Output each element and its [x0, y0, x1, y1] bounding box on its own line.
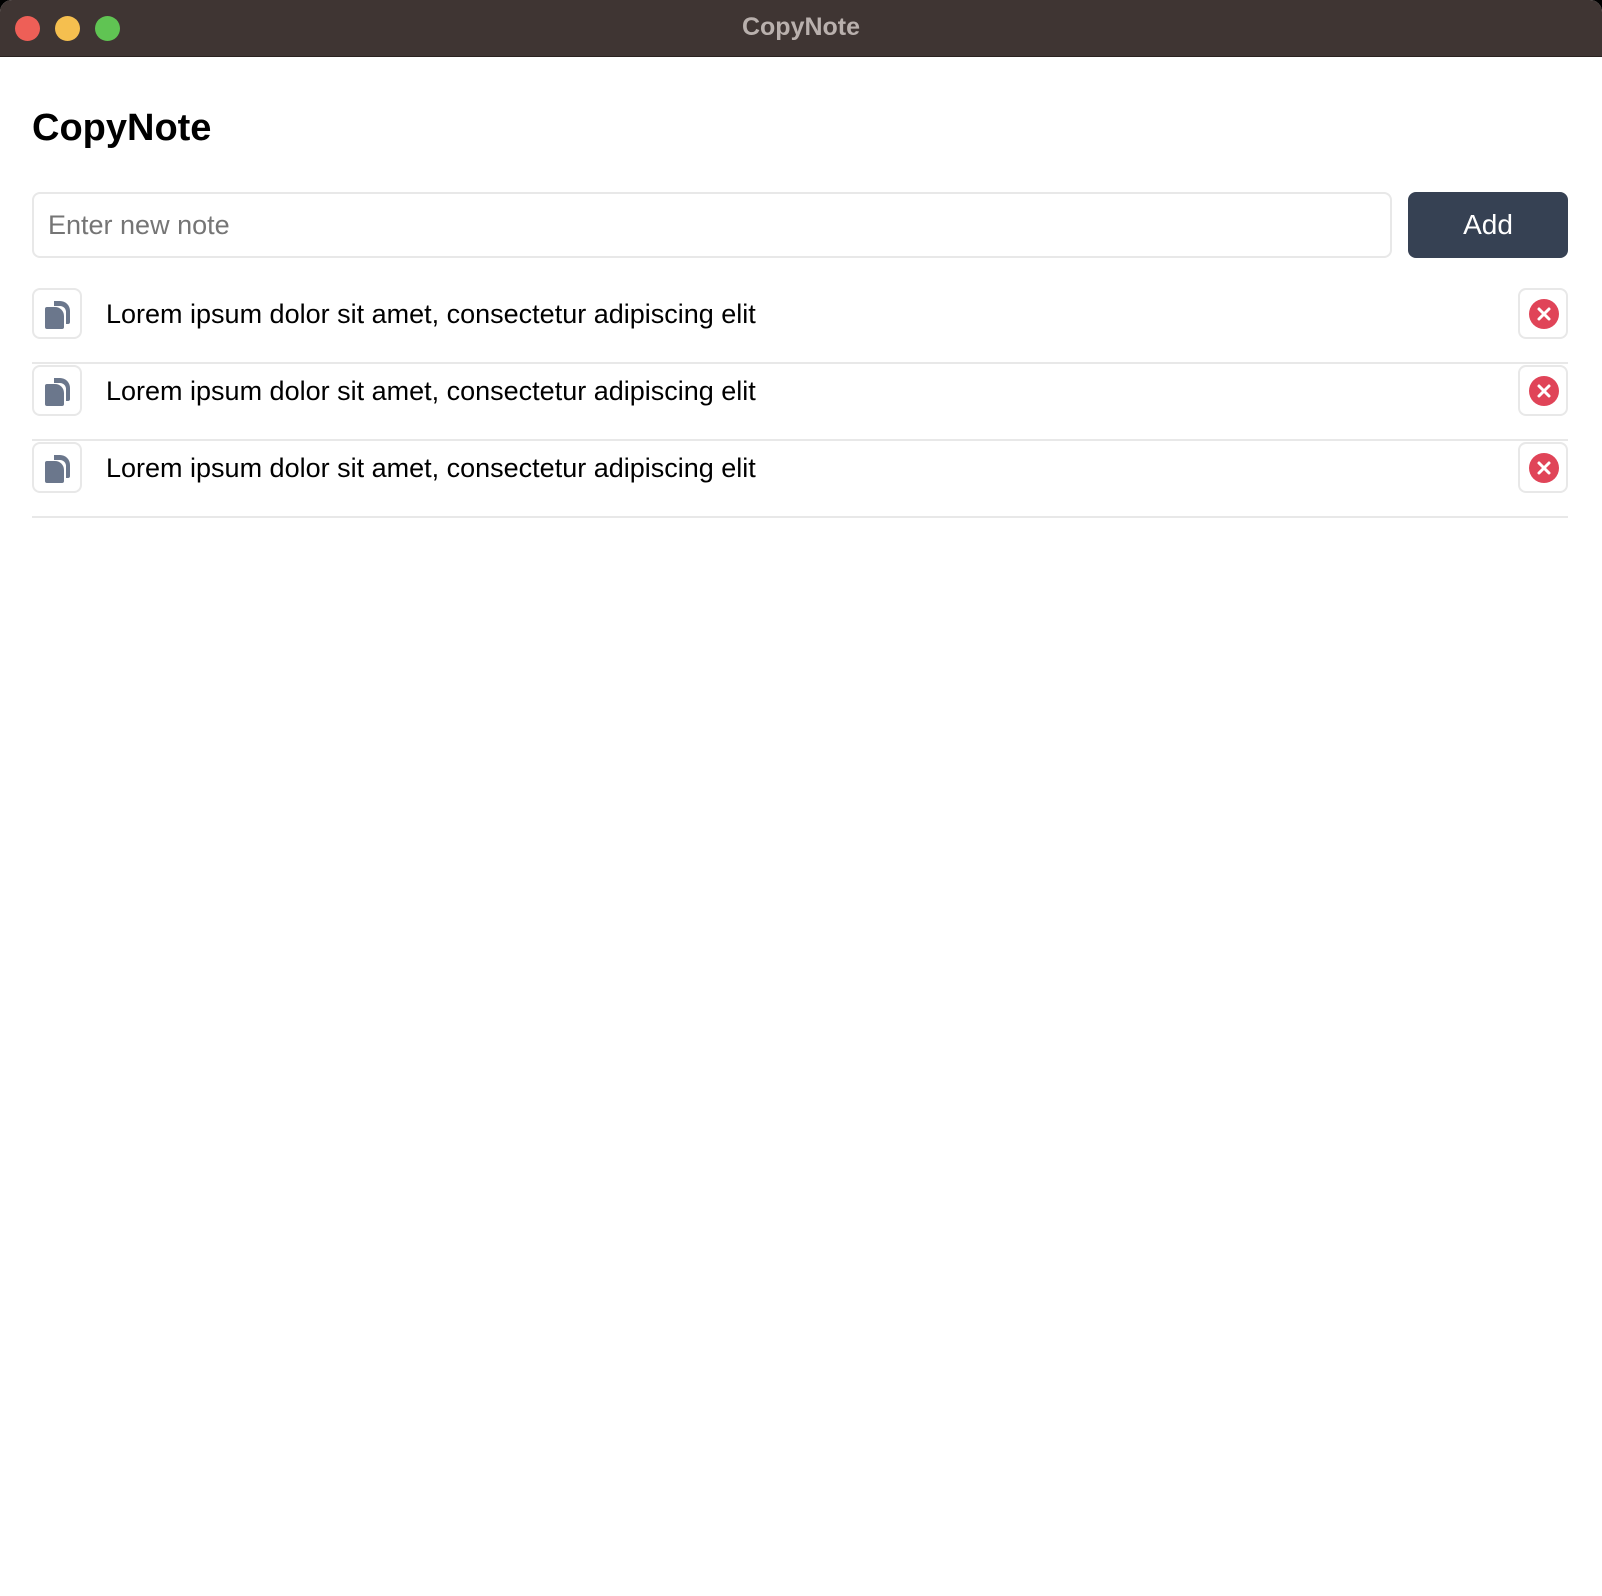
note-text: Lorem ipsum dolor sit amet, consectetur …: [106, 453, 756, 483]
new-note-input[interactable]: [32, 192, 1392, 258]
copy-button[interactable]: [32, 288, 82, 339]
note-text: Lorem ipsum dolor sit amet, consectetur …: [106, 376, 756, 406]
add-button[interactable]: Add: [1408, 192, 1568, 258]
copy-icon: [45, 378, 70, 406]
main-content: CopyNote Add Lorem ipsum dolor sit amet,…: [0, 57, 1602, 1596]
notes-list: Lorem ipsum dolor sit amet, consectetur …: [32, 287, 1568, 518]
window-title: CopyNote: [741, 13, 861, 41]
copy-icon: [45, 455, 70, 483]
app-window: CopyNote CopyNote Add Lorem ipsum dolor …: [0, 0, 1602, 1596]
close-circle-icon: [1529, 453, 1559, 483]
delete-button[interactable]: [1518, 365, 1568, 416]
close-window-button[interactable]: [15, 16, 40, 41]
delete-button[interactable]: [1518, 442, 1568, 493]
note-item: Lorem ipsum dolor sit amet, consectetur …: [32, 287, 1568, 364]
delete-button[interactable]: [1518, 288, 1568, 339]
page-title: CopyNote: [32, 107, 212, 149]
copy-button[interactable]: [32, 442, 82, 493]
copy-button[interactable]: [32, 365, 82, 416]
title-bar[interactable]: CopyNote: [0, 0, 1602, 57]
close-circle-icon: [1529, 299, 1559, 329]
close-circle-icon: [1529, 376, 1559, 406]
note-item: Lorem ipsum dolor sit amet, consectetur …: [32, 364, 1568, 441]
copy-icon: [45, 301, 70, 329]
maximize-window-button[interactable]: [95, 16, 120, 41]
note-text: Lorem ipsum dolor sit amet, consectetur …: [106, 299, 756, 329]
note-item: Lorem ipsum dolor sit amet, consectetur …: [32, 441, 1568, 518]
minimize-window-button[interactable]: [55, 16, 80, 41]
